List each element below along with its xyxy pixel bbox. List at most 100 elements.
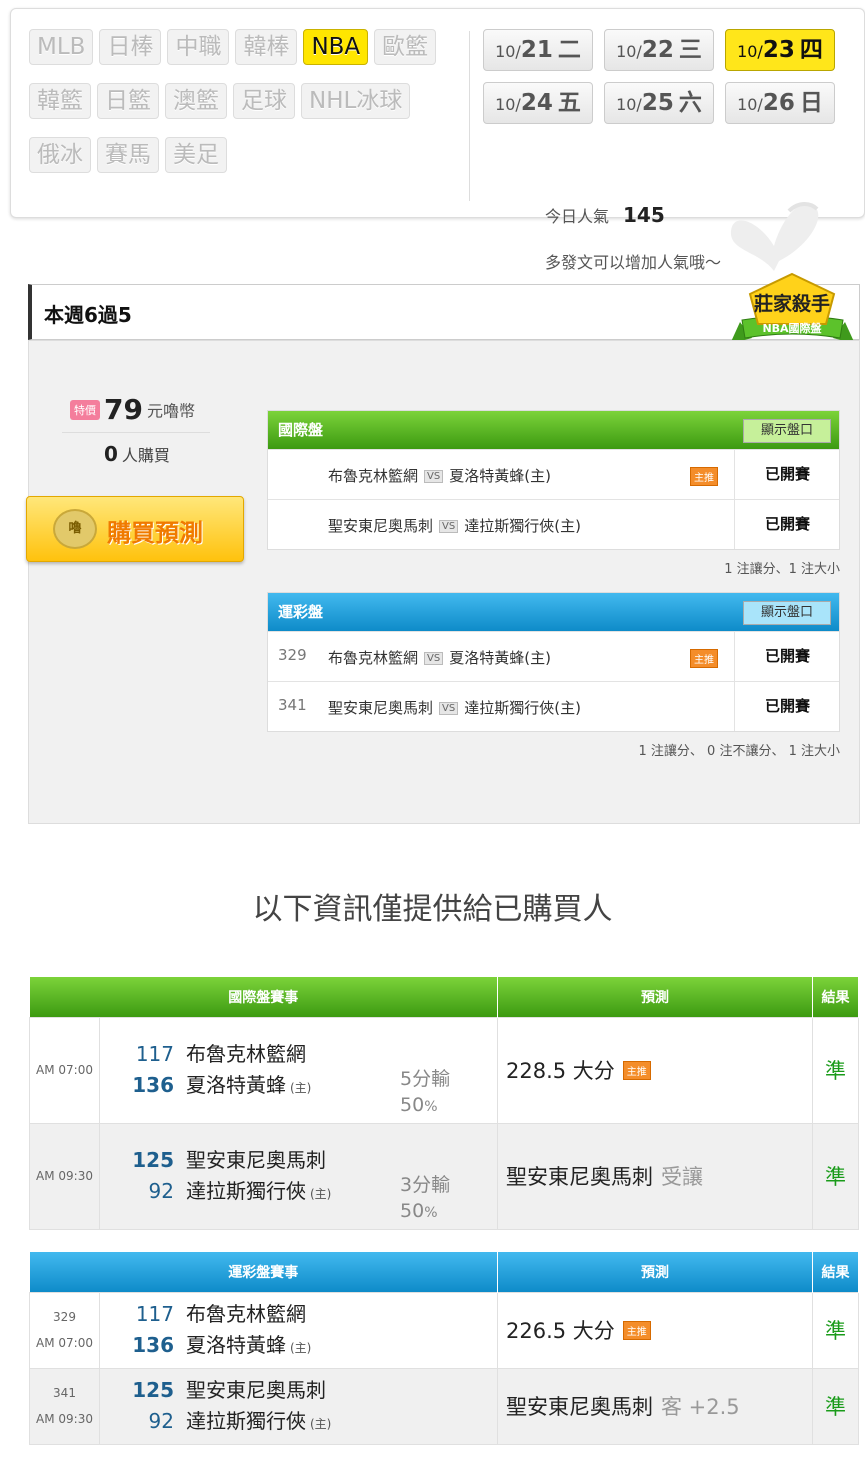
- intl-panel-rows: 布魯克林籃網 VS 夏洛特黃蜂(主) 主推 已開賽 聖安東尼奧馬刺 VS 達拉斯獨行俠(主) 已…: [268, 449, 839, 549]
- sport-tab-6[interactable]: 韓籃: [29, 83, 91, 119]
- show-odds-button[interactable]: 顯示盤口: [743, 601, 831, 625]
- sport-list: MLB 日棒 中職 韓棒 NBA 歐籃韓籃 日籃 澳籃 足球 NHL冰球俄冰 賽馬 美足: [29, 29, 459, 191]
- away-line: 117 布魯克林籃網: [100, 1299, 497, 1330]
- sport-tab-12[interactable]: 賽馬: [97, 137, 159, 173]
- date-tab-3[interactable]: 10/24 五: [483, 82, 593, 124]
- sport-tab-5[interactable]: 歐籃: [374, 29, 437, 65]
- sport-tab-11[interactable]: 俄冰: [29, 137, 91, 173]
- date-weekday: 三: [678, 37, 702, 63]
- date-tab-5[interactable]: 10/26 日: [725, 82, 835, 124]
- lottery-panel-note: 1 注讓分、 0 注不讓分、 1 注大小: [638, 744, 840, 759]
- buyer-label: 人購買: [121, 446, 170, 465]
- game-status: 已開賽: [734, 632, 840, 681]
- sport-tab-9[interactable]: 足球: [233, 83, 295, 119]
- home-team: 夏洛特黃蜂(主): [449, 467, 551, 485]
- prediction-cell: 226.5 大分 主推: [497, 1291, 813, 1369]
- prediction-main: 226.5 大分: [506, 1319, 615, 1343]
- lottery-panel-title: 運彩盤: [278, 603, 324, 621]
- week-record: 本週6過5: [44, 303, 132, 327]
- date-day: 24: [520, 90, 553, 116]
- away-team: 布魯克林籃網: [328, 467, 419, 485]
- sport-tab-2[interactable]: 中職: [167, 29, 230, 65]
- table-row: AM 09:30 125 聖安東尼奧馬刺 92 達拉斯獨行俠 (主) 3分輸 50% 聖安東尼奧…: [29, 1122, 859, 1230]
- spread-percent: 50%: [400, 1198, 450, 1226]
- away-team: 布魯克林籃網: [186, 1042, 306, 1066]
- host-mark: (主): [290, 1341, 312, 1355]
- spread-text: 5分輸: [400, 1067, 451, 1090]
- main-pick-badge: 主推: [690, 467, 718, 486]
- game-time-cell: AM 07:00: [29, 1016, 100, 1124]
- sport-tab-13[interactable]: 美足: [165, 137, 227, 173]
- banker-killer-badge: 莊家殺手 NBA國際盤: [730, 272, 855, 344]
- result-cell: 準: [812, 1291, 859, 1369]
- lottery-panel-rows: 329 布魯克林籃網 VS 夏洛特黃蜂(主) 主推 已開賽 341 聖安東尼奧馬刺 VS 達拉斯獨…: [268, 631, 839, 731]
- badge-title: 莊家殺手: [754, 292, 830, 315]
- main-pick-tag: 主推: [690, 467, 718, 486]
- home-score: 92: [148, 1179, 174, 1203]
- game-number: 329: [278, 646, 307, 664]
- away-team: 聖安東尼奧馬刺: [328, 517, 434, 535]
- price-amount: 79: [104, 393, 143, 426]
- game-status: 已開賽: [734, 450, 840, 499]
- date-tab-2[interactable]: 10/23 四: [725, 29, 835, 71]
- date-month: 10/: [737, 95, 763, 114]
- sport-tab-4[interactable]: NBA: [303, 29, 369, 65]
- percent-value: 50: [400, 1199, 425, 1222]
- game-time-cell: 329 AM 07:00: [29, 1291, 100, 1369]
- percent-unit: %: [424, 1204, 438, 1221]
- buy-prediction-button[interactable]: 嚕 購買預測: [26, 496, 244, 562]
- sport-tab-0[interactable]: MLB: [29, 29, 94, 65]
- percent-unit: %: [424, 1098, 438, 1115]
- game-cell: 117 布魯克林籃網 136 夏洛特黃蜂 (主) 5分輸 50%: [99, 1016, 498, 1124]
- result-cell: 準: [812, 1367, 859, 1445]
- sport-tab-7[interactable]: 日籃: [97, 83, 159, 119]
- sport-tab-3[interactable]: 韓棒: [235, 29, 298, 65]
- away-score: 125: [132, 1378, 174, 1402]
- result-cell: 準: [812, 1016, 859, 1124]
- date-tab-0[interactable]: 10/21 二: [483, 29, 593, 71]
- col-game: 國際盤賽事: [29, 977, 498, 1017]
- show-odds-button[interactable]: 顯示盤口: [743, 419, 831, 443]
- price-unit: 元嚕幣: [146, 401, 195, 421]
- date-tab-4[interactable]: 10/25 六: [604, 82, 714, 124]
- game-status: 已開賽: [734, 500, 840, 549]
- host-mark: (主): [310, 1417, 332, 1431]
- lottery-panel: 運彩盤 顯示盤口 329 布魯克林籃網 VS 夏洛特黃蜂(主) 主推 已開賽 341 聖安東尼…: [267, 592, 840, 732]
- host-mark: (主): [290, 1081, 312, 1095]
- game-time-cell: 341 AM 09:30: [29, 1367, 100, 1445]
- date-month: 10/: [495, 95, 521, 114]
- prediction-main: 聖安東尼奧馬刺: [506, 1395, 653, 1419]
- vs-icon: VS: [424, 652, 444, 665]
- col-prediction: 預測: [497, 1252, 813, 1292]
- main-pick-tag: 主推: [690, 649, 718, 668]
- date-month: 10/: [495, 42, 521, 61]
- game-cell: 125 聖安東尼奧馬刺 92 達拉斯獨行俠 (主) 3分輸 50%: [99, 1122, 498, 1230]
- vs-icon: VS: [439, 702, 459, 715]
- date-list: 10/21 二 10/22 三 10/23 四 10/24 五 10/25 六 10/26…: [483, 29, 863, 135]
- game-number: 329: [53, 1310, 76, 1324]
- sport-tab-1[interactable]: 日棒: [99, 29, 162, 65]
- date-tab-1[interactable]: 10/22 三: [604, 29, 714, 71]
- lottery-result-table: 運彩盤賽事 預測 結果 329 AM 07:00 117 布魯克林籃網 136 夏洛特黃蜂…: [29, 1252, 859, 1445]
- intl-panel-header: 國際盤 顯示盤口: [268, 411, 839, 449]
- date-weekday: 日: [799, 90, 823, 116]
- date-day: 26: [762, 90, 795, 116]
- date-weekday: 六: [678, 90, 702, 116]
- percent-value: 50: [400, 1093, 425, 1116]
- table-row: AM 07:00 117 布魯克林籃網 136 夏洛特黃蜂 (主) 5分輸 50% 228.5 …: [29, 1016, 859, 1124]
- game-row: 341 聖安東尼奧馬刺 VS 達拉斯獨行俠(主) 已開賽: [268, 681, 839, 731]
- col-result: 結果: [812, 1252, 859, 1292]
- info-text: 以下資訊僅提供給已購買人: [252, 892, 613, 927]
- table-row: 341 AM 09:30 125 聖安東尼奧馬刺 92 達拉斯獨行俠 (主) 聖安東尼奧馬刺客…: [29, 1367, 859, 1445]
- intl-panel-title: 國際盤: [278, 421, 324, 439]
- game-time: AM 09:30: [36, 1169, 93, 1183]
- sport-tab-8[interactable]: 澳籃: [165, 83, 227, 119]
- buy-button-label: 購買預測: [107, 519, 203, 547]
- buyers: 0 人購買: [104, 442, 170, 466]
- prediction-cell: 聖安東尼奧馬刺 受讓: [497, 1122, 813, 1230]
- sport-tab-10[interactable]: NHL冰球: [301, 83, 411, 119]
- home-team: 達拉斯獨行俠(主): [464, 517, 581, 535]
- result-cell: 準: [812, 1122, 859, 1230]
- prediction-main: 228.5 大分: [506, 1059, 615, 1083]
- game-time: AM 07:00: [36, 1063, 93, 1077]
